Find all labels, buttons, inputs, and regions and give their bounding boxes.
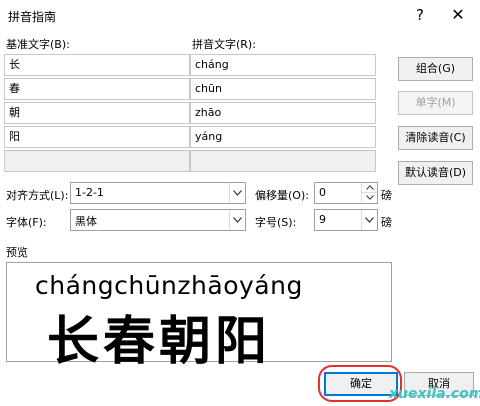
spin-up-icon[interactable]: [361, 183, 377, 193]
align-select[interactable]: 1-2-1: [70, 182, 246, 204]
offset-value: 0: [319, 186, 326, 199]
empty-base-field: [4, 150, 190, 172]
size-unit: 磅: [381, 216, 392, 229]
size-label: 字号(S):: [255, 216, 297, 229]
pinyin-text-field[interactable]: yáng: [190, 126, 376, 148]
align-label: 对齐方式(L):: [6, 189, 69, 202]
pinyin-text-label: 拼音文字(R):: [192, 38, 256, 51]
font-label: 字体(F):: [6, 216, 47, 229]
offset-unit: 磅: [381, 189, 392, 202]
watermark-text: xuexila.com: [389, 386, 480, 402]
pinyin-text-field[interactable]: zhāo: [190, 102, 376, 124]
clear-reading-button[interactable]: 清除读音(C): [398, 126, 473, 150]
pinyin-text-field[interactable]: chūn: [190, 78, 376, 100]
preview-label: 预览: [6, 246, 28, 259]
base-text-label: 基准文字(B):: [6, 38, 70, 51]
offset-spinner[interactable]: 0: [314, 182, 378, 204]
preview-hanzi: 长春朝阳: [47, 312, 272, 372]
font-value: 黑体: [75, 215, 97, 228]
chevron-down-icon[interactable]: [361, 210, 377, 230]
offset-label: 偏移量(O):: [255, 189, 309, 202]
align-value: 1-2-1: [75, 186, 104, 199]
empty-pinyin-field: [190, 150, 376, 172]
base-text-field[interactable]: 朝: [4, 102, 190, 124]
font-select[interactable]: 黑体: [70, 209, 246, 231]
preview-box: chángchūnzhāoyáng 长春朝阳: [6, 262, 392, 372]
close-button[interactable]: ✕: [444, 3, 472, 27]
size-value: 9: [319, 213, 326, 226]
pinyin-text-field[interactable]: cháng: [190, 54, 376, 76]
dialog-title: 拼音指南: [8, 10, 57, 24]
chevron-down-icon[interactable]: [229, 210, 245, 230]
help-button[interactable]: ?: [408, 4, 432, 26]
base-text-field[interactable]: 春: [4, 78, 190, 100]
spin-down-icon[interactable]: [361, 193, 377, 203]
single-char-button[interactable]: 单字(M): [398, 91, 473, 115]
preview-pinyin: chángchūnzhāoyáng: [35, 271, 303, 300]
base-text-field[interactable]: 长: [4, 54, 190, 76]
group-button[interactable]: 组合(G): [398, 57, 473, 81]
size-select[interactable]: 9: [314, 209, 378, 231]
base-text-field[interactable]: 阳: [4, 126, 190, 148]
chevron-down-icon[interactable]: [229, 183, 245, 203]
default-reading-button[interactable]: 默认读音(D): [398, 161, 473, 185]
